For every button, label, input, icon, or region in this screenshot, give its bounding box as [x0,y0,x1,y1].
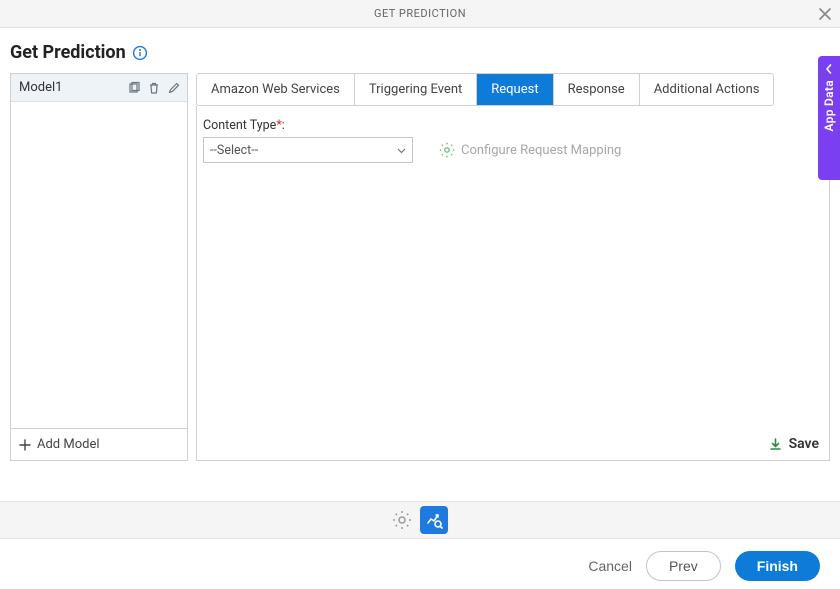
tab-bar: Amazon Web Services Triggering Event Req… [196,73,774,106]
tab-request[interactable]: Request [477,74,553,105]
tab-additional-actions[interactable]: Additional Actions [640,74,774,105]
configure-label: Configure Request Mapping [461,143,621,158]
label-colon: : [282,118,285,133]
tab-aws[interactable]: Amazon Web Services [197,74,355,105]
main-panel: Amazon Web Services Triggering Event Req… [196,73,830,461]
edit-icon[interactable] [167,81,181,95]
select-placeholder: --Select-- [210,143,258,158]
model-name: Model1 [19,80,62,95]
chevron-left-icon [824,64,834,74]
tab-response[interactable]: Response [554,74,640,105]
settings-icon[interactable] [392,510,412,530]
page-title: Get Prediction [10,42,126,63]
tab-label: Response [568,82,625,97]
prev-button[interactable]: Prev [646,551,721,581]
add-model-button[interactable]: Add Model [11,428,187,460]
content-type-select[interactable]: --Select-- [203,137,413,163]
add-model-label: Add Model [37,437,100,452]
tab-label: Request [491,82,538,97]
trash-icon[interactable] [147,81,161,95]
gear-icon [439,142,455,158]
tab-label: Triggering Event [369,82,462,97]
plus-icon [19,439,31,451]
save-row: Save [203,427,823,460]
save-button[interactable]: Save [768,436,819,452]
info-icon[interactable] [132,45,148,61]
modal-header: GET PREDICTION [0,0,840,28]
preview-icon[interactable] [420,506,448,534]
tab-triggering-event[interactable]: Triggering Event [355,74,477,105]
form-area: Content Type*: --Select-- Configure Requ… [196,106,830,461]
field-row: Content Type*: --Select-- Configure Requ… [203,118,823,163]
sidebar-spacer [11,102,187,428]
tab-label: Additional Actions [654,82,760,97]
modal-title: GET PREDICTION [374,7,466,20]
model-sidebar: Model1 Add Model [10,73,188,461]
label-text: Content Type [203,118,276,133]
download-icon [768,437,783,452]
finish-button[interactable]: Finish [735,551,820,581]
copy-icon[interactable] [127,81,141,95]
caret-down-icon [397,146,406,155]
model-actions [127,81,181,95]
model-item[interactable]: Model1 [11,74,187,102]
bottom-toolbar [0,501,840,539]
close-icon[interactable] [818,7,832,21]
body: Model1 Add Model Amazon Web S [0,73,840,461]
content-type-label: Content Type*: [203,118,413,133]
configure-request-mapping: Configure Request Mapping [439,137,621,163]
save-label: Save [789,436,819,452]
page-title-row: Get Prediction [0,28,840,73]
footer: Cancel Prev Finish [0,539,840,589]
app-data-label: App Data [822,80,836,131]
app-data-panel-toggle[interactable]: App Data [818,56,840,180]
tab-label: Amazon Web Services [211,82,340,97]
cancel-button[interactable]: Cancel [588,558,632,574]
content-type-field: Content Type*: --Select-- [203,118,413,163]
